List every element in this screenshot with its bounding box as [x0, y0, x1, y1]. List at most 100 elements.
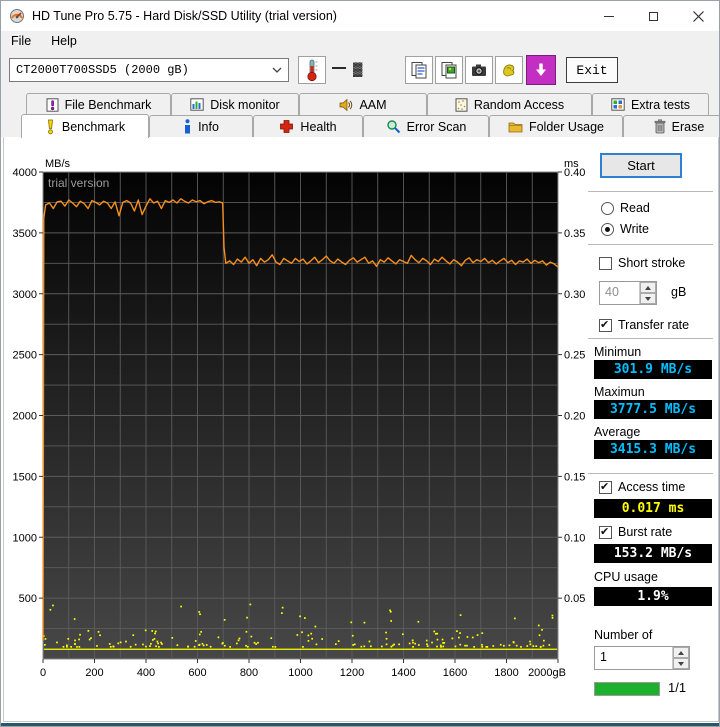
read-radio-row[interactable]: Read — [601, 201, 650, 215]
cpu-usage-display: 1.9% — [594, 587, 712, 606]
separator — [588, 338, 713, 339]
close-icon — [693, 10, 704, 22]
write-radio-row[interactable]: Write — [601, 222, 649, 236]
menu-help[interactable]: Help — [41, 31, 87, 51]
tab-random-access[interactable]: Random Access — [427, 93, 592, 115]
save-results-icon — [503, 64, 515, 77]
copy-text-button[interactable] — [405, 56, 433, 84]
tab-benchmark[interactable]: Benchmark — [21, 114, 149, 138]
save-results-button[interactable] — [495, 56, 523, 84]
close-button[interactable] — [676, 1, 719, 31]
start-button[interactable]: Start — [600, 153, 682, 178]
read-label: Read — [620, 201, 650, 215]
access-time-checkbox[interactable] — [599, 480, 612, 494]
file-benchmark-icon — [46, 97, 59, 112]
transfer-rate-checkbox[interactable] — [599, 318, 612, 332]
average-value: 3415.3 MB/s — [609, 442, 697, 457]
triangle-down-icon — [645, 296, 651, 301]
short-stroke-size-value: 40 — [605, 285, 619, 299]
svg-text:200: 200 — [85, 667, 103, 679]
minimize-button[interactable] — [586, 1, 631, 31]
triangle-down-icon — [678, 661, 684, 666]
short-stroke-size-spinner[interactable]: 40 — [599, 281, 657, 305]
svg-text:2500: 2500 — [13, 350, 37, 362]
spinner-up-button[interactable] — [640, 282, 656, 293]
write-radio[interactable] — [601, 222, 614, 236]
progress-fill — [595, 683, 659, 695]
short-stroke-checkbox[interactable] — [599, 256, 612, 270]
temperature-button[interactable] — [298, 56, 326, 84]
menu-file[interactable]: File — [1, 31, 41, 51]
svg-text:0.10: 0.10 — [564, 532, 585, 544]
access-time-value: 0.017 ms — [621, 501, 685, 516]
svg-text:1000: 1000 — [288, 667, 312, 679]
tab-extra-tests[interactable]: Extra tests — [592, 93, 709, 115]
svg-text:ms: ms — [564, 158, 579, 170]
burst-rate-row[interactable]: Burst rate — [599, 525, 672, 539]
hd-tune-window: HD Tune Pro 5.75 - Hard Disk/SSD Utility… — [0, 0, 720, 727]
progress-bar — [594, 682, 660, 696]
tab-label: Extra tests — [630, 97, 691, 112]
svg-text:0.05: 0.05 — [564, 593, 585, 605]
number-of-spinner[interactable]: 1 — [594, 646, 690, 670]
burst-rate-display: 153.2 MB/s — [594, 544, 712, 563]
tab-erase[interactable]: Erase — [623, 115, 719, 137]
copy-image-button[interactable] — [435, 56, 463, 84]
window-title: HD Tune Pro 5.75 - Hard Disk/SSD Utility… — [32, 9, 337, 23]
svg-text:1800: 1800 — [494, 667, 518, 679]
svg-text:0.20: 0.20 — [564, 411, 585, 423]
svg-text:1500: 1500 — [13, 471, 37, 483]
tab-disk-monitor[interactable]: Disk monitor — [171, 93, 299, 115]
minimize-icon — [603, 15, 614, 17]
progress-text: 1/1 — [668, 680, 687, 695]
maximize-icon — [649, 11, 658, 21]
screenshot-button[interactable] — [465, 56, 493, 84]
svg-text:0.25: 0.25 — [564, 350, 585, 362]
drive-selector-value: CT2000T700SSD5 (2000 gB) — [16, 63, 189, 77]
minimum-label: Minimun — [594, 345, 642, 359]
spinner-up-button[interactable] — [673, 647, 689, 658]
maximum-label: Maximun — [594, 385, 645, 399]
read-radio[interactable] — [601, 201, 614, 215]
app-icon — [10, 9, 24, 23]
short-stroke-label: Short stroke — [618, 256, 686, 270]
tab-label: Benchmark — [61, 119, 126, 134]
minimum-value: 301.9 MB/s — [613, 362, 693, 377]
exit-button[interactable]: Exit — [566, 57, 618, 83]
cpu-usage-value: 1.9% — [637, 589, 669, 604]
tab-health[interactable]: Health — [253, 115, 363, 137]
short-stroke-row[interactable]: Short stroke — [599, 256, 685, 270]
tab-file-benchmark[interactable]: File Benchmark — [26, 93, 171, 115]
random-access-icon — [455, 97, 468, 112]
svg-text:0.15: 0.15 — [564, 471, 585, 483]
svg-text:3000: 3000 — [13, 289, 37, 301]
svg-text:MB/s: MB/s — [45, 158, 71, 170]
speaker-icon — [340, 98, 353, 111]
tab-aam[interactable]: AAM — [299, 93, 427, 115]
triangle-up-icon — [678, 650, 684, 655]
access-time-row[interactable]: Access time — [599, 480, 685, 494]
disk-monitor-icon — [190, 98, 204, 111]
svg-text:600: 600 — [188, 667, 206, 679]
transfer-rate-row[interactable]: Transfer rate — [599, 318, 689, 332]
access-time-label: Access time — [618, 480, 686, 494]
tab-error-scan[interactable]: Error Scan — [363, 115, 489, 137]
tab-label: Erase — [671, 119, 705, 134]
copy-image-icon — [441, 62, 457, 79]
drive-selector[interactable]: CT2000T700SSD5 (2000 gB) — [9, 58, 289, 82]
maximum-display: 3777.5 MB/s — [594, 400, 712, 419]
svg-text:2000: 2000 — [13, 411, 37, 423]
benchmark-icon — [47, 119, 53, 134]
svg-text:trial version: trial version — [48, 176, 109, 190]
download-button[interactable] — [526, 55, 556, 85]
separator — [588, 473, 713, 474]
tab-info[interactable]: Info — [149, 115, 253, 137]
spinner-down-button[interactable] — [673, 658, 689, 669]
average-label: Average — [594, 425, 641, 439]
short-stroke-unit-label: gB — [671, 285, 687, 299]
tab-folder-usage[interactable]: Folder Usage — [489, 115, 623, 137]
maximize-button[interactable] — [631, 1, 676, 31]
toolbar: CT2000T700SSD5 (2000 gB) ▓ Exit — [1, 51, 719, 89]
spinner-down-button[interactable] — [640, 293, 656, 304]
burst-rate-checkbox[interactable] — [599, 525, 612, 539]
